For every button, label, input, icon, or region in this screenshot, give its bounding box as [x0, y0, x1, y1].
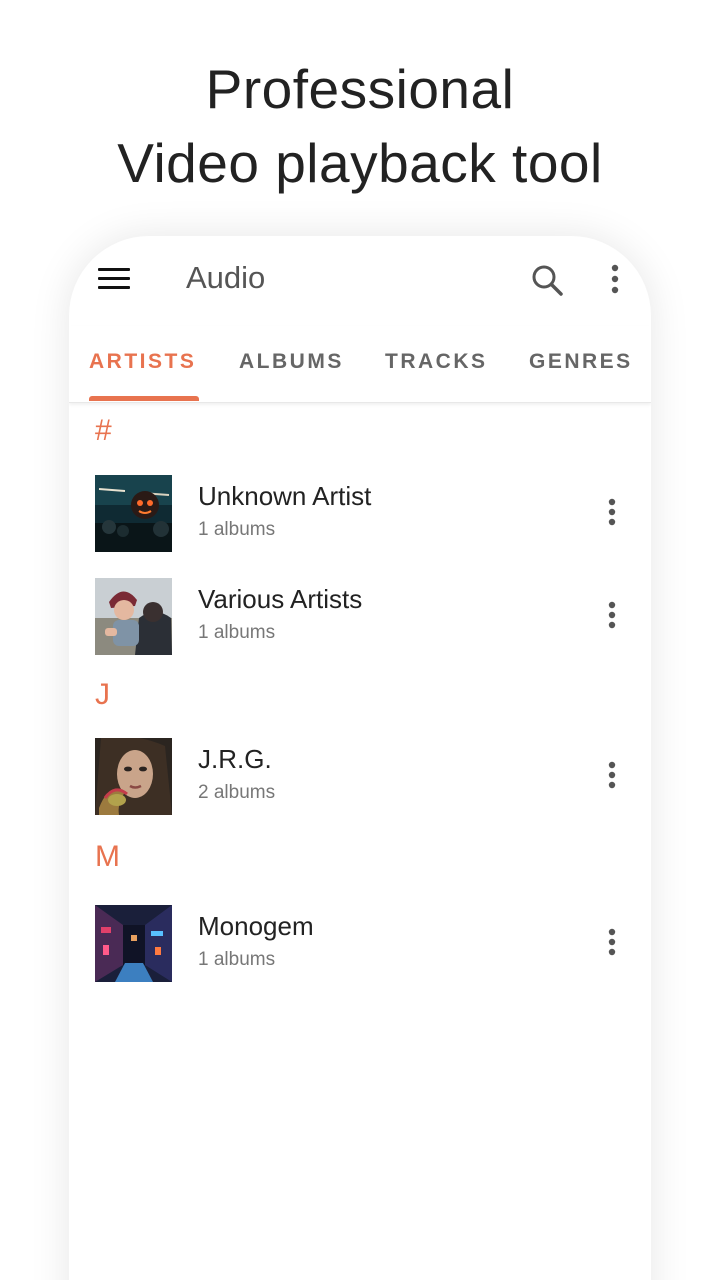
more-vert-icon[interactable]	[599, 260, 629, 300]
tab-indicator	[89, 396, 199, 401]
tab-bar: ARTISTS ALBUMS TRACKS GENRES	[69, 326, 651, 403]
tab-genres[interactable]: GENRES	[529, 350, 633, 374]
app-bar: Audio	[69, 236, 651, 326]
artist-album-count: 1 albums	[198, 622, 276, 643]
artist-name: Unknown Artist	[198, 481, 372, 511]
artist-name: Various Artists	[198, 584, 363, 614]
more-vert-icon[interactable]	[599, 923, 625, 963]
app-bar-title: Audio	[186, 260, 266, 295]
more-vert-icon[interactable]	[599, 756, 625, 796]
artist-thumbnail	[95, 475, 172, 552]
more-vert-icon[interactable]	[599, 596, 625, 636]
tab-artists[interactable]: ARTISTS	[89, 350, 196, 374]
tab-albums[interactable]: ALBUMS	[239, 350, 344, 374]
artist-name: Monogem	[198, 911, 314, 941]
list-item-monogem[interactable]: Monogem 1 albums	[69, 905, 651, 985]
list-item-various-artists[interactable]: Various Artists 1 albums	[69, 578, 651, 658]
artist-thumbnail	[95, 738, 172, 815]
promo-line-1: Professional	[205, 58, 515, 120]
artist-album-count: 1 albums	[198, 519, 276, 540]
section-header-j: J	[95, 678, 110, 711]
promo-headline: Professional Video playback tool	[0, 52, 720, 200]
menu-icon[interactable]	[97, 264, 131, 292]
search-icon[interactable]	[527, 260, 567, 300]
section-header-m: M	[95, 840, 120, 873]
artist-thumbnail	[95, 905, 172, 982]
phone-screen: Audio ARTISTS ALBUMS TRACKS GENRES # Unk…	[69, 236, 651, 1280]
list-item-jrg[interactable]: J.R.G. 2 albums	[69, 738, 651, 818]
artist-thumbnail	[95, 578, 172, 655]
list-item-unknown-artist[interactable]: Unknown Artist 1 albums	[69, 475, 651, 555]
tab-tracks[interactable]: TRACKS	[385, 350, 488, 374]
artist-name: J.R.G.	[198, 744, 272, 774]
promo-line-2: Video playback tool	[117, 132, 603, 194]
section-header-hash: #	[95, 414, 112, 447]
more-vert-icon[interactable]	[599, 493, 625, 533]
page: Professional Video playback tool Audio A…	[0, 0, 720, 1280]
artist-album-count: 1 albums	[198, 949, 276, 970]
artist-album-count: 2 albums	[198, 782, 276, 803]
